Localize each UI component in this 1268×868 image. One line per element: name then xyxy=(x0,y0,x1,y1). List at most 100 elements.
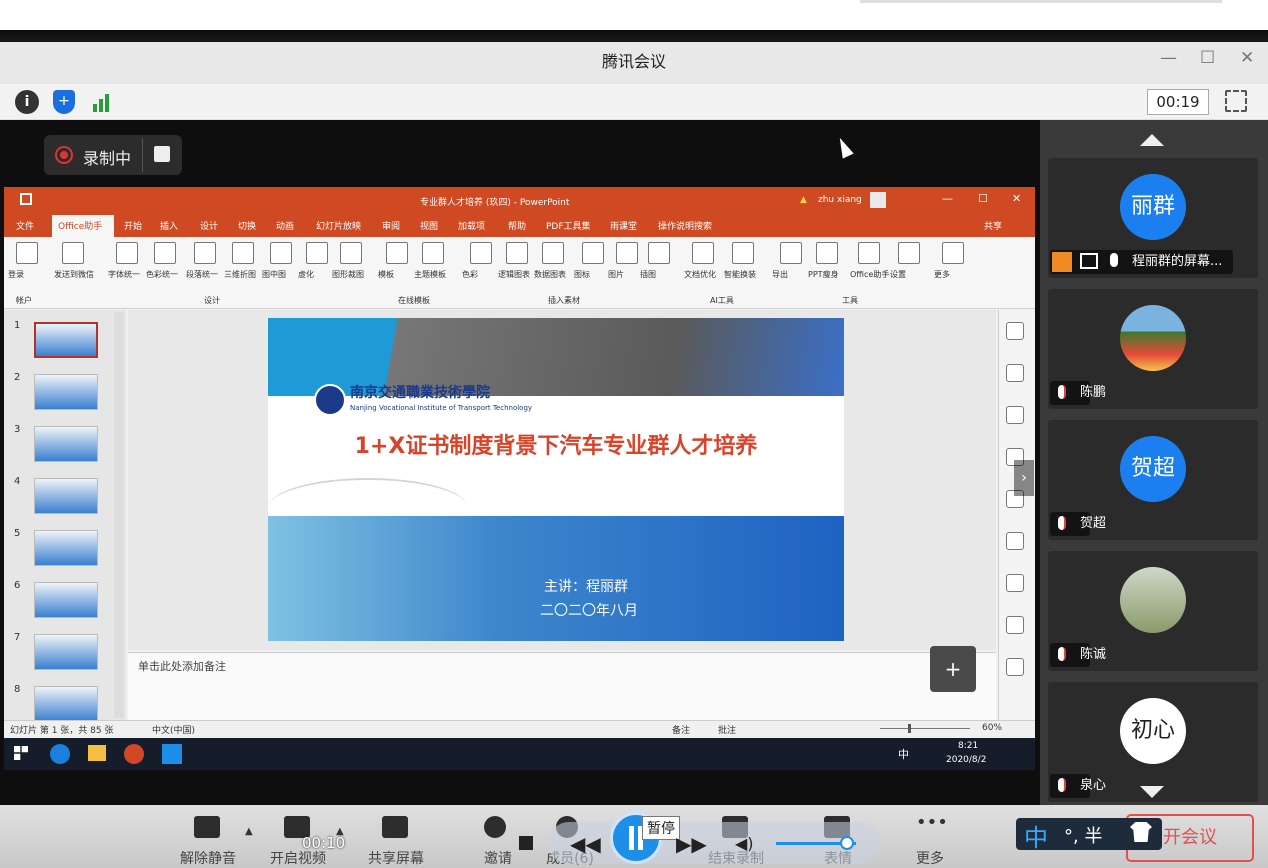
slide-thumbnail[interactable] xyxy=(34,426,98,462)
tab-13[interactable]: 雨课堂 xyxy=(610,219,637,232)
volume-handle[interactable] xyxy=(840,836,854,850)
ribbon-icon-4[interactable] xyxy=(194,242,216,264)
shield-icon[interactable]: + xyxy=(53,90,75,114)
recording-label: 录制中 xyxy=(83,149,132,168)
tab-6[interactable]: 动画 xyxy=(276,219,294,232)
more-icon[interactable]: ••• xyxy=(916,814,948,838)
rewind-icon[interactable]: ◀◀ xyxy=(570,832,601,856)
minimize-button[interactable]: — xyxy=(1160,48,1177,68)
stop-icon[interactable] xyxy=(519,836,533,850)
tencent-meeting-icon[interactable] xyxy=(162,744,182,764)
thumb-scrollbar[interactable] xyxy=(114,312,124,718)
toolbar-label-7[interactable]: 更多 xyxy=(900,848,960,868)
tab-11[interactable]: 帮助 xyxy=(508,219,526,232)
tab-3[interactable]: 插入 xyxy=(160,219,178,232)
ppt-maximize[interactable]: ☐ xyxy=(978,192,988,205)
invite-icon[interactable] xyxy=(484,816,506,838)
next-arrow-icon[interactable]: › xyxy=(1014,460,1034,496)
ribbon-icon-6[interactable] xyxy=(270,242,292,264)
slide-thumbnail[interactable] xyxy=(34,634,98,670)
ribbon-icon-7[interactable] xyxy=(306,242,328,264)
tab-12[interactable]: PDF工具集 xyxy=(546,219,591,232)
share-screen-icon[interactable] xyxy=(382,816,408,838)
ribbon-icon-17[interactable] xyxy=(692,242,714,264)
user-avatar[interactable] xyxy=(870,192,886,208)
ribbon-icon-21[interactable] xyxy=(858,242,880,264)
ribbon-icon-11[interactable] xyxy=(470,242,492,264)
scroll-down-icon[interactable] xyxy=(1140,786,1164,798)
save-icon[interactable] xyxy=(20,193,32,205)
ribbon-icon-3[interactable] xyxy=(154,242,176,264)
add-page-icon[interactable]: + xyxy=(930,646,976,692)
ribbon-icon-0[interactable] xyxy=(16,242,38,264)
close-button[interactable]: ✕ xyxy=(1240,48,1254,68)
info-icon[interactable]: i xyxy=(15,90,39,114)
assistant-tool-icon[interactable] xyxy=(1006,364,1024,382)
maximize-button[interactable]: ☐ xyxy=(1200,48,1215,68)
assistant-tool-icon[interactable] xyxy=(1006,616,1024,634)
ribbon-icon-2[interactable] xyxy=(116,242,138,264)
toolbar-label-2[interactable]: 共享屏幕 xyxy=(366,848,426,868)
folder-icon[interactable] xyxy=(88,745,106,761)
tab-2[interactable]: 开始 xyxy=(124,219,142,232)
tab-0[interactable]: 文件 xyxy=(16,219,34,232)
ribbon-icon-22[interactable] xyxy=(898,242,920,264)
taskbar-ime[interactable]: 中 xyxy=(898,746,909,762)
powerpoint-icon[interactable] xyxy=(124,744,144,764)
notes-pane[interactable] xyxy=(128,652,996,720)
ribbon-icon-23[interactable] xyxy=(942,242,964,264)
ribbon-icon-5[interactable] xyxy=(232,242,254,264)
tab-10[interactable]: 加载项 xyxy=(458,219,485,232)
audio-options-chevron[interactable]: ▲ xyxy=(245,826,253,837)
comments-toggle[interactable]: 批注 xyxy=(718,723,736,736)
forward-icon[interactable]: ▶▶ xyxy=(676,832,707,856)
ppt-minimize[interactable]: — xyxy=(942,192,953,205)
slide-thumbnail[interactable] xyxy=(34,582,98,618)
tab-5[interactable]: 切换 xyxy=(238,219,256,232)
ime-mode[interactable]: 中 xyxy=(1024,818,1048,853)
ribbon-icon-15[interactable] xyxy=(616,242,638,264)
share-button[interactable]: 共享 xyxy=(984,219,1002,232)
ribbon-icon-14[interactable] xyxy=(582,242,604,264)
signal-icon[interactable] xyxy=(91,92,113,112)
mic-muted-icon[interactable] xyxy=(194,816,220,838)
assistant-tool-icon[interactable] xyxy=(1006,574,1024,592)
ribbon-icon-18[interactable] xyxy=(732,242,754,264)
zoom-slider[interactable] xyxy=(880,728,970,729)
ribbon-icon-1[interactable] xyxy=(62,242,84,264)
ribbon-icon-10[interactable] xyxy=(422,242,444,264)
volume-icon[interactable]: ◀) xyxy=(735,834,754,853)
browser-icon[interactable] xyxy=(50,744,70,764)
slide-thumbnail[interactable] xyxy=(34,374,98,410)
ribbon-icon-16[interactable] xyxy=(648,242,670,264)
tab-8[interactable]: 审阅 xyxy=(382,219,400,232)
ribbon-icon-9[interactable] xyxy=(386,242,408,264)
toolbar-label-3[interactable]: 邀请 xyxy=(468,848,528,868)
ribbon-icon-12[interactable] xyxy=(506,242,528,264)
slide-thumbnail[interactable] xyxy=(34,478,98,514)
stop-recording-icon[interactable] xyxy=(154,146,170,162)
ribbon-icon-8[interactable] xyxy=(340,242,362,264)
slide-thumbnail[interactable] xyxy=(34,686,98,722)
fullscreen-icon[interactable] xyxy=(1225,90,1247,112)
assistant-tool-icon[interactable] xyxy=(1006,406,1024,424)
scroll-up-icon[interactable] xyxy=(1140,134,1164,146)
ribbon-icon-20[interactable] xyxy=(816,242,838,264)
slide-thumbnail[interactable] xyxy=(34,530,98,566)
tab-1[interactable]: Office助手 xyxy=(58,219,102,232)
ppt-close[interactable]: ✕ xyxy=(1012,192,1021,205)
tab-4[interactable]: 设计 xyxy=(200,219,218,232)
slide-thumbnail[interactable] xyxy=(34,322,98,358)
assistant-tool-icon[interactable] xyxy=(1006,532,1024,550)
ime-extra[interactable]: °, 半 xyxy=(1064,822,1102,848)
notes-toggle[interactable]: 备注 xyxy=(672,723,690,736)
tab-14[interactable]: 操作说明搜索 xyxy=(658,219,712,232)
ribbon-icon-13[interactable] xyxy=(542,242,564,264)
tab-7[interactable]: 幻灯片放映 xyxy=(316,219,361,232)
tab-9[interactable]: 视图 xyxy=(420,219,438,232)
zoom-handle[interactable] xyxy=(908,724,911,733)
ribbon-icon-19[interactable] xyxy=(780,242,802,264)
assistant-tool-icon[interactable] xyxy=(1006,658,1024,676)
assistant-tool-icon[interactable] xyxy=(1006,322,1024,340)
toolbar-label-0[interactable]: 解除静音 xyxy=(178,848,238,868)
